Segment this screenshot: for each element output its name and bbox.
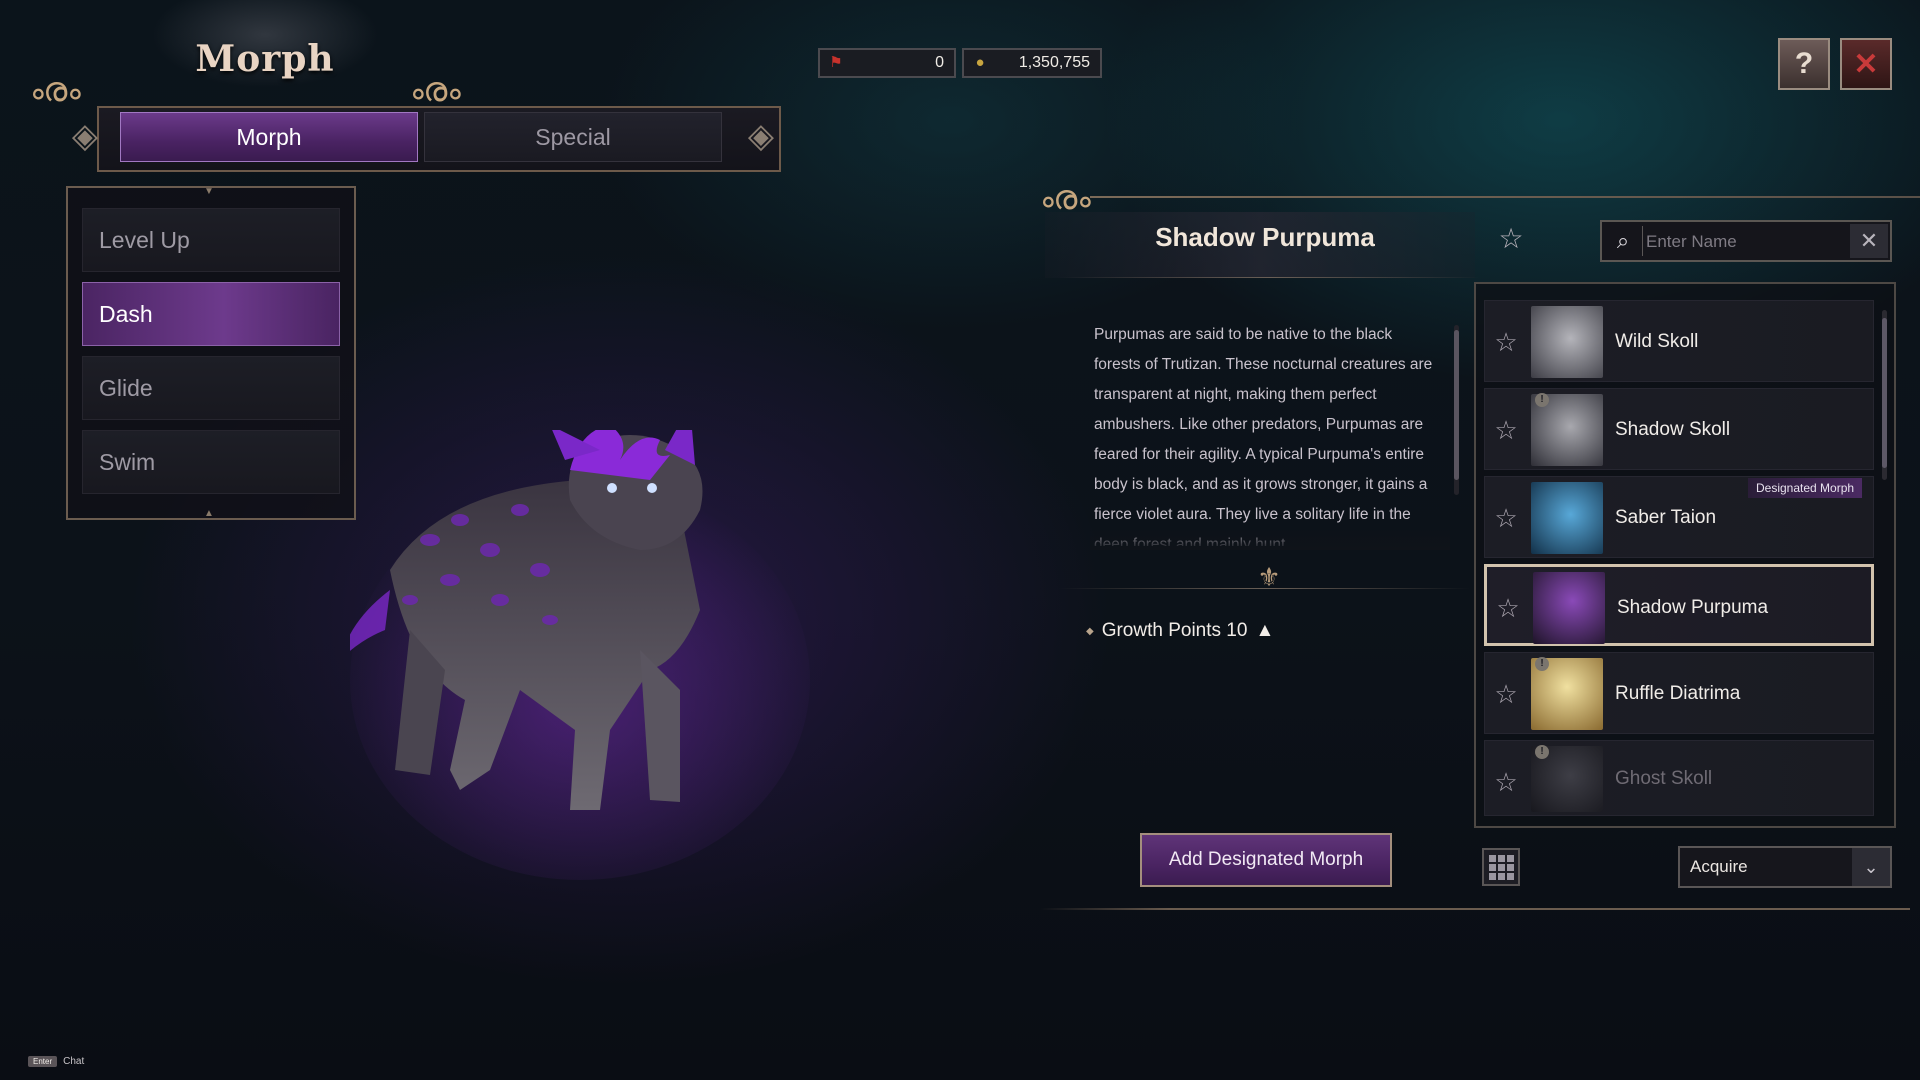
- grid-icon: [1497, 872, 1505, 880]
- menu-item-dash[interactable]: Dash: [82, 282, 340, 346]
- currency-red-value: 0: [935, 54, 944, 71]
- purpuma-thumbnail: [1533, 572, 1605, 644]
- close-button[interactable]: ✕: [1840, 38, 1892, 90]
- menu-item-level-up[interactable]: Level Up: [82, 208, 340, 272]
- morph-name-label: Shadow Skoll: [1615, 419, 1731, 440]
- tab-morph[interactable]: Morph: [120, 112, 418, 162]
- info-icon: !: [1535, 393, 1549, 407]
- tab-next-icon[interactable]: ◈: [736, 112, 786, 162]
- growth-points: ◆ Growth Points 10 ▲: [1086, 620, 1274, 642]
- morph-name-label: Wild Skoll: [1615, 331, 1699, 352]
- info-icon: !: [1535, 657, 1549, 671]
- grid-icon: [1506, 872, 1514, 880]
- morph-name-label: Ruffle Diatrima: [1615, 683, 1741, 704]
- red-pennant-icon: ⚑: [829, 54, 843, 71]
- chat-label[interactable]: Chat: [63, 1056, 84, 1067]
- morph-name: Shadow Purpuma: [1155, 222, 1375, 252]
- favorite-star-icon[interactable]: ☆: [1493, 593, 1523, 623]
- close-icon: ✕: [1853, 47, 1879, 81]
- bullet-icon: ◆: [1086, 625, 1094, 637]
- growth-points-label: Growth Points 10: [1101, 620, 1248, 641]
- tab-bar: ◈ Morph Special ◈: [52, 106, 792, 172]
- currency-gold: ● 1,350,755: [962, 48, 1102, 78]
- grid-icon: [1497, 854, 1505, 862]
- grid-icon: [1488, 863, 1496, 871]
- currency-red: ⚑ 0: [818, 48, 956, 78]
- description-scroll-thumb[interactable]: [1454, 330, 1459, 480]
- menu-notch-bottom: ▲: [204, 508, 214, 519]
- chat-hint: Enter Chat: [28, 1056, 84, 1067]
- add-designated-morph-button[interactable]: Add Designated Morph: [1140, 833, 1392, 887]
- saber-thumbnail: [1531, 482, 1603, 554]
- morph-name-label: Shadow Purpuma: [1617, 597, 1769, 618]
- wolf-thumbnail: [1531, 306, 1603, 378]
- list-item-ghost-skoll[interactable]: ☆ ! Ghost Skoll: [1484, 740, 1874, 816]
- name-divider: [1060, 277, 1480, 278]
- page-title: Morph: [195, 38, 335, 80]
- morph-name-label: Ghost Skoll: [1615, 768, 1713, 789]
- list-item-shadow-skoll[interactable]: ☆ ! Shadow Skoll: [1484, 388, 1874, 470]
- grid-icon: [1506, 863, 1514, 871]
- search-divider: [1642, 226, 1643, 256]
- morph-description: Purpumas are said to be native to the bl…: [1094, 326, 1433, 546]
- favorite-star-icon[interactable]: ☆: [1491, 327, 1521, 357]
- gold-coin-icon: ●: [975, 54, 985, 71]
- grid-icon: [1488, 872, 1496, 880]
- currency-gold-value: 1,350,755: [1018, 54, 1090, 71]
- fleur-ornament-icon: ⚜: [1257, 562, 1281, 592]
- menu-item-swim[interactable]: Swim: [82, 430, 340, 494]
- list-item-wild-skoll[interactable]: ☆ Wild Skoll: [1484, 300, 1874, 382]
- favorite-star-icon[interactable]: ☆: [1496, 224, 1526, 254]
- list-item-ruffle-diatrima[interactable]: ☆ ! Ruffle Diatrima: [1484, 652, 1874, 734]
- grid-icon: [1506, 854, 1514, 862]
- favorite-star-icon[interactable]: ☆: [1491, 503, 1521, 533]
- tab-special[interactable]: Special: [424, 112, 722, 162]
- morph-name-label: Saber Taion: [1615, 507, 1717, 528]
- favorite-star-icon[interactable]: ☆: [1491, 679, 1521, 709]
- panel-bottom-divider: [1040, 908, 1910, 910]
- list-item-shadow-purpuma[interactable]: ☆ Shadow Purpuma: [1484, 564, 1874, 646]
- info-icon: !: [1535, 745, 1549, 759]
- filter-select-value: Acquire: [1690, 857, 1748, 876]
- search-icon: ⌕: [1616, 228, 1630, 253]
- grid-icon: [1497, 863, 1505, 871]
- panel-top-divider: [1090, 196, 1920, 198]
- clear-search-icon[interactable]: ✕: [1850, 224, 1888, 258]
- side-menu: ▼ Level Up Dash Glide Swim ▲: [66, 186, 356, 520]
- creature-preview: [350, 430, 810, 880]
- favorite-star-icon[interactable]: ☆: [1491, 415, 1521, 445]
- menu-notch-top: ▼: [204, 186, 214, 197]
- description-fade: [1090, 525, 1450, 550]
- chevron-down-icon[interactable]: ⌄: [1852, 848, 1890, 886]
- menu-item-glide[interactable]: Glide: [82, 356, 340, 420]
- grid-view-button[interactable]: [1482, 848, 1520, 886]
- up-triangle-icon: ▲: [1255, 620, 1275, 641]
- search-input[interactable]: [1646, 224, 1848, 260]
- favorite-star-icon[interactable]: ☆: [1491, 767, 1521, 797]
- grid-icon: [1488, 854, 1496, 862]
- list-scroll-thumb[interactable]: [1882, 318, 1887, 468]
- tab-prev-icon[interactable]: ◈: [60, 112, 110, 162]
- enter-key-badge: Enter: [28, 1056, 58, 1067]
- designated-morph-badge: Designated Morph: [1748, 478, 1863, 498]
- help-button[interactable]: ?: [1778, 38, 1830, 90]
- help-icon: ?: [1794, 47, 1814, 80]
